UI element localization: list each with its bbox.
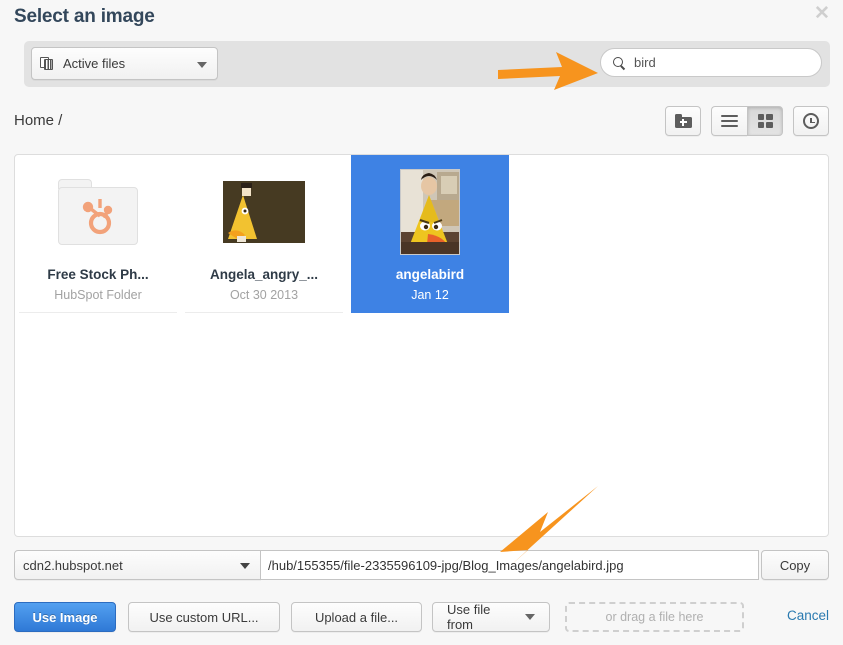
footer-actions: Use Image Use custom URL... Upload a fil… xyxy=(14,602,829,632)
chevron-down-icon xyxy=(197,62,207,68)
active-files-label: Active files xyxy=(63,56,125,71)
use-file-from-button[interactable]: Use file from xyxy=(432,602,550,632)
file-tile-selected[interactable]: angelabird Jan 12 xyxy=(351,155,509,313)
angelabird-photo xyxy=(401,170,460,255)
active-files-dropdown[interactable]: Active files xyxy=(31,47,218,80)
files-stack-icon xyxy=(40,57,55,70)
file-meta: Jan 12 xyxy=(411,288,449,302)
file-name: Free Stock Ph... xyxy=(47,267,148,282)
cdn-host-dropdown[interactable]: cdn2.hubspot.net xyxy=(14,550,261,580)
url-row: cdn2.hubspot.net Copy xyxy=(14,550,829,580)
thumbnail xyxy=(58,169,138,255)
recent-button[interactable] xyxy=(793,106,829,136)
file-tile-folder[interactable]: Free Stock Ph... HubSpot Folder xyxy=(19,155,177,313)
view-toolbar xyxy=(665,106,829,136)
view-mode-group xyxy=(711,106,783,136)
file-name: Angela_angry_... xyxy=(210,267,318,282)
thumbnail xyxy=(223,169,305,255)
select-image-dialog: Select an image ✕ Active files Home / xyxy=(0,0,843,645)
file-meta: HubSpot Folder xyxy=(54,288,142,302)
hubspot-logo-icon xyxy=(78,197,118,237)
file-name: angelabird xyxy=(396,267,464,282)
breadcrumb[interactable]: Home / xyxy=(14,112,62,129)
grid-icon xyxy=(758,114,773,128)
new-folder-button[interactable] xyxy=(665,106,701,136)
image-thumbnail xyxy=(223,181,305,243)
dialog-title: Select an image xyxy=(14,6,155,28)
search-box[interactable] xyxy=(600,48,822,77)
grid-view-button[interactable] xyxy=(747,106,783,136)
hubspot-folder-icon xyxy=(58,179,138,245)
file-meta: Oct 30 2013 xyxy=(230,288,298,302)
filter-toolbar: Active files xyxy=(24,41,830,87)
file-dropzone[interactable]: or drag a file here xyxy=(565,602,744,632)
close-icon[interactable]: ✕ xyxy=(811,3,833,25)
use-custom-url-button[interactable]: Use custom URL... xyxy=(128,602,280,632)
costume-photo xyxy=(223,181,305,243)
file-tile-image[interactable]: Angela_angry_... Oct 30 2013 xyxy=(185,155,343,313)
search-icon xyxy=(613,57,625,69)
search-input[interactable] xyxy=(632,54,809,71)
clock-icon xyxy=(803,113,819,129)
list-icon xyxy=(721,115,738,127)
use-image-button[interactable]: Use Image xyxy=(14,602,116,632)
image-thumbnail xyxy=(400,169,460,255)
file-grid-row: Free Stock Ph... HubSpot Folder xyxy=(15,155,828,313)
upload-file-button[interactable]: Upload a file... xyxy=(291,602,422,632)
chevron-down-icon xyxy=(240,563,250,569)
chevron-down-icon xyxy=(525,614,535,620)
cancel-link[interactable]: Cancel xyxy=(787,608,829,623)
file-grid[interactable]: Free Stock Ph... HubSpot Folder xyxy=(14,154,829,537)
folder-plus-icon xyxy=(675,114,692,128)
use-file-from-label: Use file from xyxy=(447,602,516,632)
list-view-button[interactable] xyxy=(711,106,747,136)
thumbnail xyxy=(400,169,460,255)
cdn-host-label: cdn2.hubspot.net xyxy=(23,558,123,573)
copy-button[interactable]: Copy xyxy=(761,550,829,580)
url-path-input[interactable] xyxy=(261,550,759,580)
